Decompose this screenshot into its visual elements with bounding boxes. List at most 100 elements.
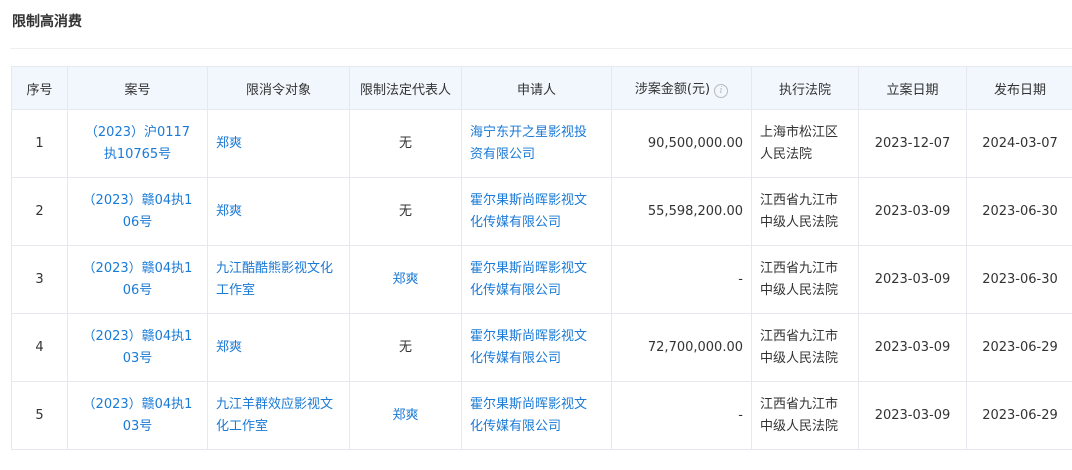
case-no-link[interactable]: （2023）沪0117 执10765号 <box>76 122 199 166</box>
cell-court: 江西省九江市 中级人民法院 <box>751 177 859 246</box>
cell-publish-date: 2023-06-30 <box>966 177 1072 246</box>
cell-case-no: （2023）赣04执1 03号 <box>67 313 208 382</box>
header-index: 序号 <box>11 66 68 110</box>
subject-line: 工作室 <box>216 282 256 298</box>
header-filed-date: 立案日期 <box>858 66 967 110</box>
header-case-no: 案号 <box>67 66 208 110</box>
cell-publish-date: 2023-06-29 <box>966 313 1072 382</box>
table-row: 4 （2023）赣04执1 03号 郑爽 无霍尔果斯尚晖影视文 化传媒有限公司 72,700… <box>11 313 1072 382</box>
subject-line: 九江酷酷熊影视文化 <box>216 260 334 276</box>
header-legal-rep: 限制法定代表人 <box>349 66 462 110</box>
subject-line: 郑爽 <box>216 339 243 355</box>
table-header-row: 序号 案号 限消令对象 限制法定代表人 申请人 涉案金额(元) i 执行法院 立案… <box>11 66 1072 110</box>
cell-legal-rep: 郑爽 <box>349 245 462 314</box>
case-no-line: （2023）赣04执1 <box>82 396 193 412</box>
applicant-line: 化传媒有限公司 <box>470 418 562 434</box>
cell-subject: 郑爽 <box>207 177 350 246</box>
header-amount-label: 涉案金额(元) <box>634 82 711 97</box>
cell-subject: 九江酷酷熊影视文化 工作室 <box>207 245 350 314</box>
cell-legal-rep: 无 <box>349 313 462 382</box>
table-row: 1 （2023）沪0117 执10765号 郑爽无海宁东开之星影视投 资有限公司 90,5… <box>11 109 1072 178</box>
case-no-line: （2023）赣04执1 <box>82 192 193 208</box>
subject-link[interactable]: 郑爽 <box>216 201 341 223</box>
court-line: 上海市松江区 <box>760 124 839 140</box>
court-line: 江西省九江市 <box>760 396 839 412</box>
cell-index: 2 <box>11 177 68 246</box>
case-no-link[interactable]: （2023）赣04执1 06号 <box>76 190 199 234</box>
applicant-line: 海宁东开之星影视投 <box>470 124 588 140</box>
cell-case-no: （2023）赣04执1 06号 <box>67 245 208 314</box>
cell-filed-date: 2023-12-07 <box>858 109 967 178</box>
header-subject: 限消令对象 <box>207 66 350 110</box>
court-line: 人民法院 <box>760 146 813 162</box>
header-amount: 涉案金额(元) i <box>611 66 752 110</box>
cell-subject: 郑爽 <box>207 109 350 178</box>
cell-court: 上海市松江区 人民法院 <box>751 109 859 178</box>
case-no-link[interactable]: （2023）赣04执1 03号 <box>76 394 199 438</box>
legal-rep-link[interactable]: 郑爽 <box>392 408 418 423</box>
cell-publish-date: 2023-06-30 <box>966 245 1072 314</box>
cell-publish-date: 2024-03-07 <box>966 109 1072 178</box>
subject-link[interactable]: 九江酷酷熊影视文化 工作室 <box>216 258 341 302</box>
cell-court: 江西省九江市 中级人民法院 <box>751 381 859 450</box>
cell-applicant: 霍尔果斯尚晖影视文 化传媒有限公司 <box>461 313 612 382</box>
case-no-line: 03号 <box>122 350 153 366</box>
applicant-line: 霍尔果斯尚晖影视文 <box>470 260 588 276</box>
subject-line: 化工作室 <box>216 418 269 434</box>
subject-link[interactable]: 郑爽 <box>216 337 341 359</box>
cell-applicant: 霍尔果斯尚晖影视文 化传媒有限公司 <box>461 177 612 246</box>
case-no-link[interactable]: （2023）赣04执1 06号 <box>76 258 199 302</box>
cell-case-no: （2023）赣04执1 03号 <box>67 381 208 450</box>
subject-line: 郑爽 <box>216 135 243 151</box>
section-title: 限制高消费 <box>12 14 82 30</box>
cell-applicant: 霍尔果斯尚晖影视文 化传媒有限公司 <box>461 245 612 314</box>
cell-filed-date: 2023-03-09 <box>858 245 967 314</box>
header-applicant: 申请人 <box>461 66 612 110</box>
case-no-line: 03号 <box>122 418 153 434</box>
cell-publish-date: 2023-06-29 <box>966 381 1072 450</box>
header-court: 执行法院 <box>751 66 859 110</box>
applicant-line: 资有限公司 <box>470 146 536 162</box>
subject-line: 郑爽 <box>216 203 243 219</box>
cell-amount: 72,700,000.00 <box>611 313 752 382</box>
applicant-link[interactable]: 霍尔果斯尚晖影视文 化传媒有限公司 <box>470 190 603 234</box>
info-circle-icon[interactable]: i <box>714 84 729 98</box>
cell-filed-date: 2023-03-09 <box>858 313 967 382</box>
case-no-line: （2023）沪0117 <box>84 124 191 140</box>
applicant-line: 化传媒有限公司 <box>470 282 562 298</box>
cell-court: 江西省九江市 中级人民法院 <box>751 245 859 314</box>
case-no-line: （2023）赣04执1 <box>82 260 193 276</box>
applicant-line: 霍尔果斯尚晖影视文 <box>470 192 588 208</box>
legal-rep-link[interactable]: 郑爽 <box>392 272 418 287</box>
cell-index: 1 <box>11 109 68 178</box>
cell-amount: 55,598,200.00 <box>611 177 752 246</box>
cell-index: 4 <box>11 313 68 382</box>
applicant-line: 霍尔果斯尚晖影视文 <box>470 328 588 344</box>
court-line: 中级人民法院 <box>760 418 839 434</box>
restriction-table: 序号 案号 限消令对象 限制法定代表人 申请人 涉案金额(元) i 执行法院 立案… <box>11 66 1072 450</box>
subject-link[interactable]: 九江羊群效应影视文 化工作室 <box>216 394 341 438</box>
court-line: 江西省九江市 <box>760 328 839 344</box>
section-divider <box>10 48 1072 49</box>
court-line: 江西省九江市 <box>760 260 839 276</box>
cell-amount: - <box>611 245 752 314</box>
cell-case-no: （2023）赣04执1 06号 <box>67 177 208 246</box>
court-line: 中级人民法院 <box>760 282 839 298</box>
applicant-link[interactable]: 霍尔果斯尚晖影视文 化传媒有限公司 <box>470 326 603 370</box>
table-row: 3 （2023）赣04执1 06号 九江酷酷熊影视文化 工作室 郑爽 霍尔果斯尚晖影视文 化传… <box>11 245 1072 314</box>
cell-legal-rep: 郑爽 <box>349 381 462 450</box>
case-no-link[interactable]: （2023）赣04执1 03号 <box>76 326 199 370</box>
applicant-link[interactable]: 海宁东开之星影视投 资有限公司 <box>470 122 603 166</box>
cell-index: 5 <box>11 381 68 450</box>
applicant-link[interactable]: 霍尔果斯尚晖影视文 化传媒有限公司 <box>470 394 603 438</box>
cell-subject: 郑爽 <box>207 313 350 382</box>
case-no-line: 06号 <box>122 214 153 230</box>
cell-subject: 九江羊群效应影视文 化工作室 <box>207 381 350 450</box>
applicant-link[interactable]: 霍尔果斯尚晖影视文 化传媒有限公司 <box>470 258 603 302</box>
court-line: 中级人民法院 <box>760 214 839 230</box>
header-publish-date: 发布日期 <box>966 66 1072 110</box>
subject-link[interactable]: 郑爽 <box>216 133 341 155</box>
case-no-line: （2023）赣04执1 <box>82 328 193 344</box>
cell-applicant: 霍尔果斯尚晖影视文 化传媒有限公司 <box>461 381 612 450</box>
cell-amount: 90,500,000.00 <box>611 109 752 178</box>
